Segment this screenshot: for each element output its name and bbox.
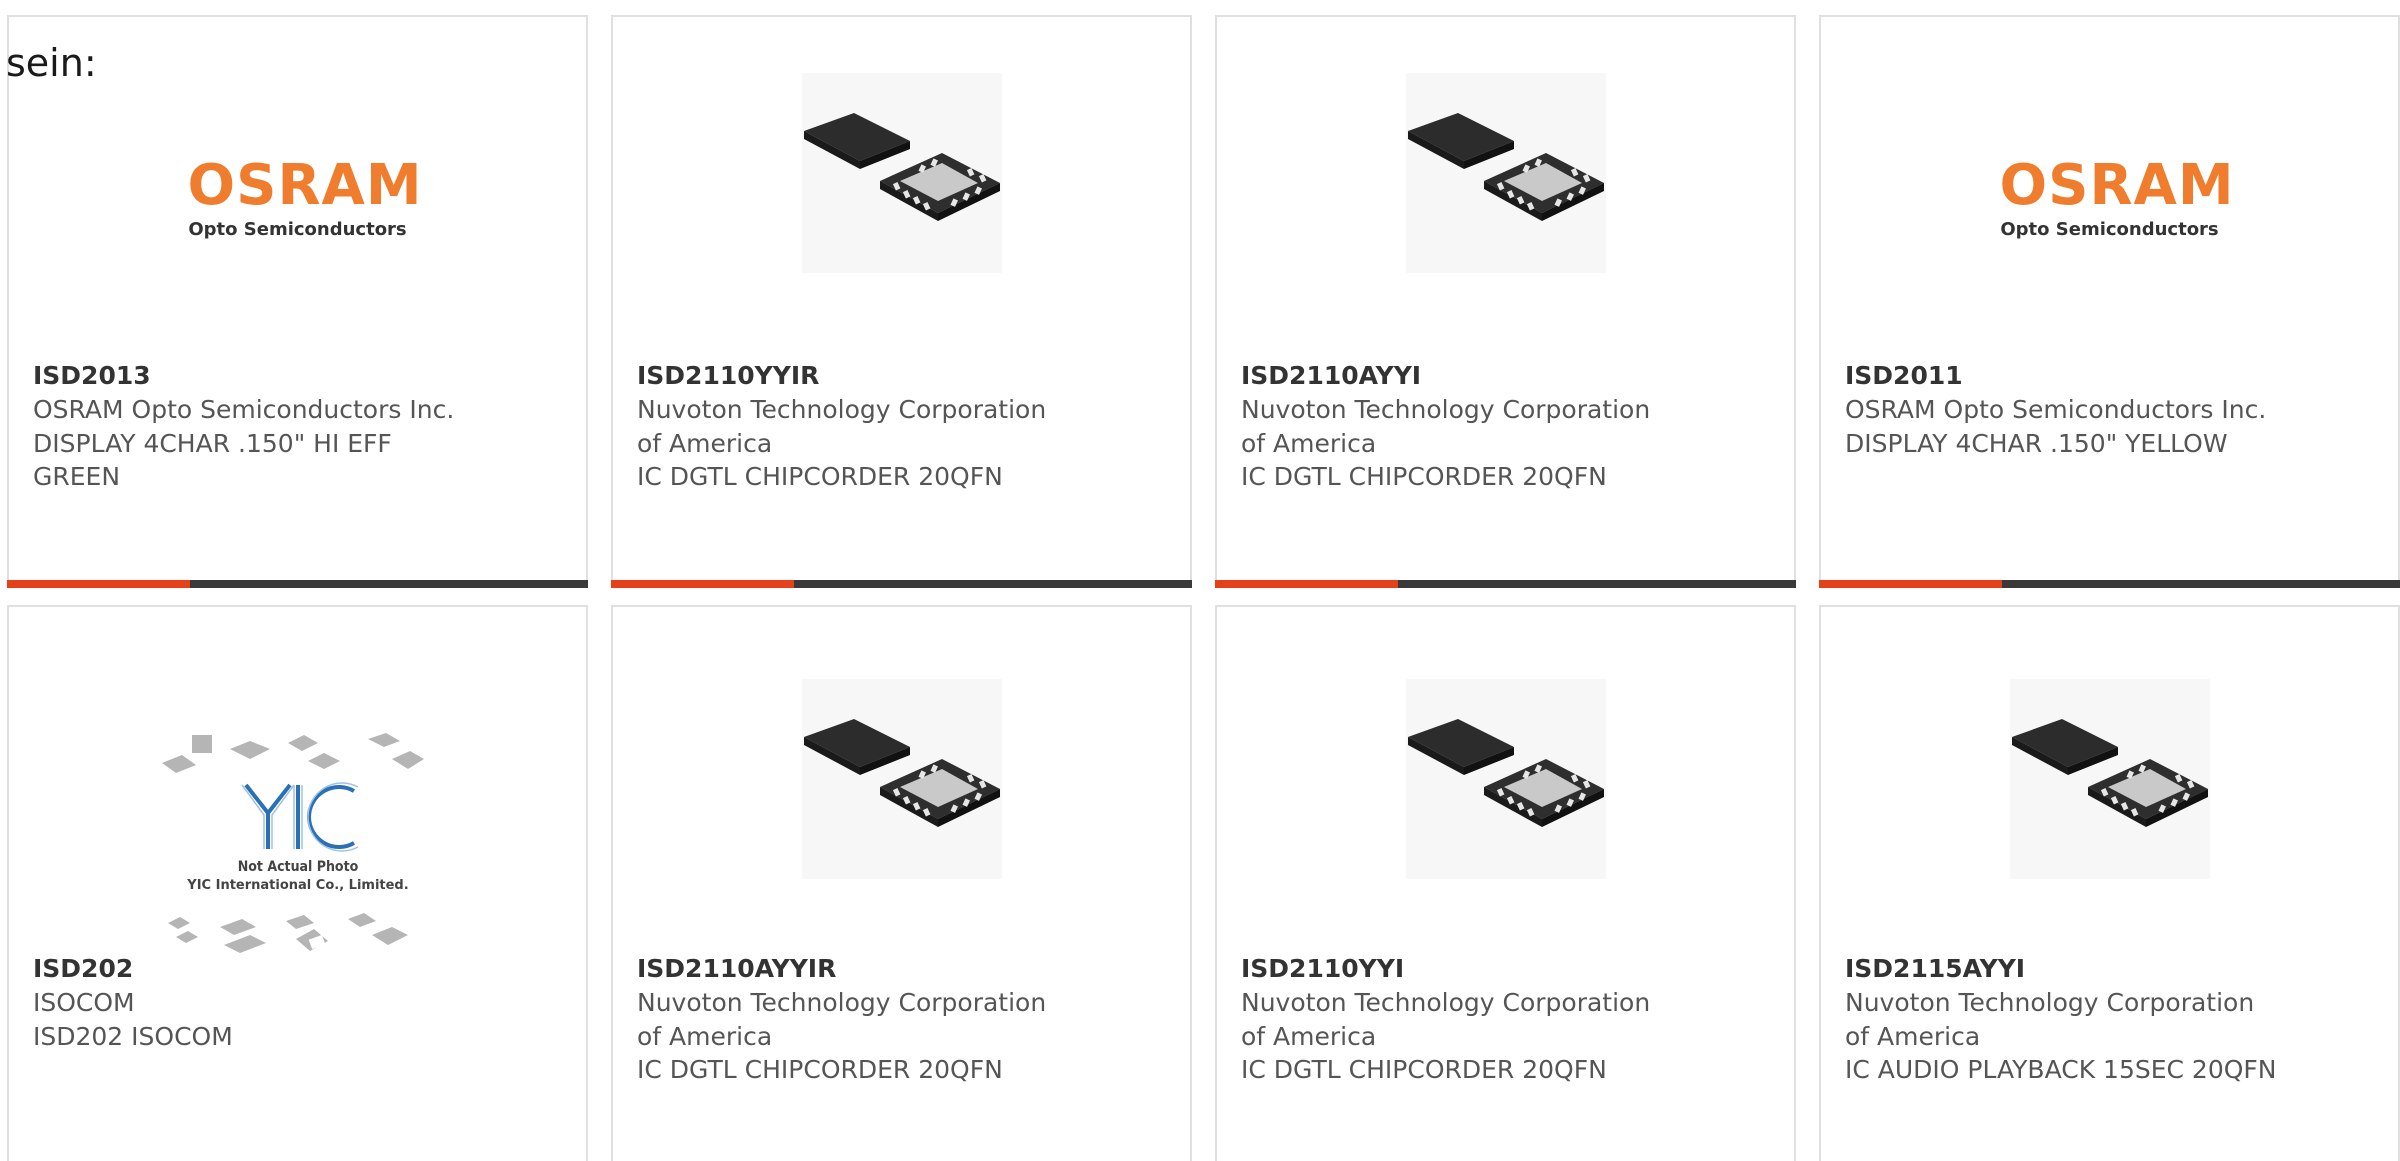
product-card[interactable]: OSRAM Opto Semiconductors ISD2013 OSRAM … [7,15,588,588]
not-actual-photo-image: Not Actual Photo YIC International Co., … [161,733,424,953]
manufacturer: Nuvoton Technology Corporation of Americ… [1241,988,1651,1051]
qfn-chip-image [1405,679,1606,879]
manufacturer: Nuvoton Technology Corporation of Americ… [1845,988,2255,1051]
placeholder-line1: Not Actual Photo [237,859,358,875]
intro-text: sein: [6,41,97,85]
card-accent [611,580,794,588]
qfn-chip-image [1405,73,1606,273]
product-description: DISPLAY 4CHAR .150" HI EFF GREEN [33,428,392,492]
manufacturer: Nuvoton Technology Corporation of Americ… [1241,395,1651,458]
osram-logo: OSRAM Opto Semiconductors [1999,153,2235,241]
card-bottom-bar [1215,580,1796,588]
product-card[interactable]: Not Actual Photo YIC International Co., … [7,605,588,1161]
product-card[interactable]: ISD2110YYIR Nuvoton Technology Corporati… [611,15,1192,588]
qfn-chip-image [801,679,1002,879]
product-description: ISD202 ISOCOM [33,1021,233,1051]
qfn-chip-image [2009,679,2210,879]
part-number[interactable]: ISD2110AYYI [1241,359,1681,393]
manufacturer: Nuvoton Technology Corporation of Americ… [637,988,1047,1051]
part-number[interactable]: ISD2110YYIR [637,359,1077,393]
card-accent [1215,580,1398,588]
card-accent [7,580,190,588]
part-number[interactable]: ISD202 [33,952,473,986]
product-image[interactable] [1821,679,2398,899]
manufacturer: Nuvoton Technology Corporation of Americ… [637,395,1047,458]
card-bottom-bar [611,580,1192,588]
product-description: IC DGTL CHIPCORDER 20QFN [637,462,1003,491]
product-card[interactable]: ISD2110AYYI Nuvoton Technology Corporati… [1215,15,1796,588]
manufacturer: OSRAM Opto Semiconductors Inc. [33,395,455,424]
part-number[interactable]: ISD2110AYYIR [637,952,1077,986]
manufacturer: OSRAM Opto Semiconductors Inc. [1845,395,2267,424]
page: sein: OSRAM Opto Semiconductors ISD2013 … [0,0,2400,1161]
product-image[interactable] [613,73,1190,293]
part-number[interactable]: ISD2110YYI [1241,952,1681,986]
product-info: ISD202 ISOCOM ISD202 ISOCOM [33,952,473,1053]
card-accent [1819,580,2002,588]
product-card[interactable]: ISD2110AYYIR Nuvoton Technology Corporat… [611,605,1192,1161]
osram-logo: OSRAM Opto Semiconductors [187,153,423,241]
placeholder-line2: YIC International Co., Limited. [186,878,408,893]
product-info: ISD2110YYI Nuvoton Technology Corporatio… [1241,952,1681,1087]
product-card[interactable]: OSRAM Opto Semiconductors ISD2011 OSRAM … [1819,15,2400,588]
product-image[interactable] [1217,73,1794,293]
card-bottom-bar [1819,580,2400,588]
product-image[interactable]: OSRAM Opto Semiconductors [9,73,586,293]
product-info: ISD2110AYYI Nuvoton Technology Corporati… [1241,359,1681,494]
product-image[interactable] [1217,679,1794,899]
product-description: IC AUDIO PLAYBACK 15SEC 20QFN [1845,1055,2277,1084]
product-info: ISD2115AYYI Nuvoton Technology Corporati… [1845,952,2285,1087]
product-image[interactable] [613,679,1190,899]
part-number[interactable]: ISD2011 [1845,359,2285,393]
card-bottom-bar [7,580,588,588]
product-description: IC DGTL CHIPCORDER 20QFN [1241,462,1607,491]
product-card[interactable]: ISD2115AYYI Nuvoton Technology Corporati… [1819,605,2400,1161]
qfn-chip-image [801,73,1002,273]
product-info: ISD2110YYIR Nuvoton Technology Corporati… [637,359,1077,494]
product-description: DISPLAY 4CHAR .150" YELLOW [1845,428,2228,458]
product-info: ISD2011 OSRAM Opto Semiconductors Inc. D… [1845,359,2285,460]
product-description: IC DGTL CHIPCORDER 20QFN [637,1055,1003,1084]
manufacturer: ISOCOM [33,988,135,1017]
product-info: ISD2013 OSRAM Opto Semiconductors Inc. D… [33,359,473,494]
part-number[interactable]: ISD2013 [33,359,473,393]
part-number[interactable]: ISD2115AYYI [1845,952,2285,986]
product-card[interactable]: ISD2110YYI Nuvoton Technology Corporatio… [1215,605,1796,1161]
product-image[interactable]: Not Actual Photo YIC International Co., … [9,687,586,953]
product-image[interactable]: OSRAM Opto Semiconductors [1821,73,2398,293]
product-description: IC DGTL CHIPCORDER 20QFN [1241,1055,1607,1084]
product-info: ISD2110AYYIR Nuvoton Technology Corporat… [637,952,1077,1087]
